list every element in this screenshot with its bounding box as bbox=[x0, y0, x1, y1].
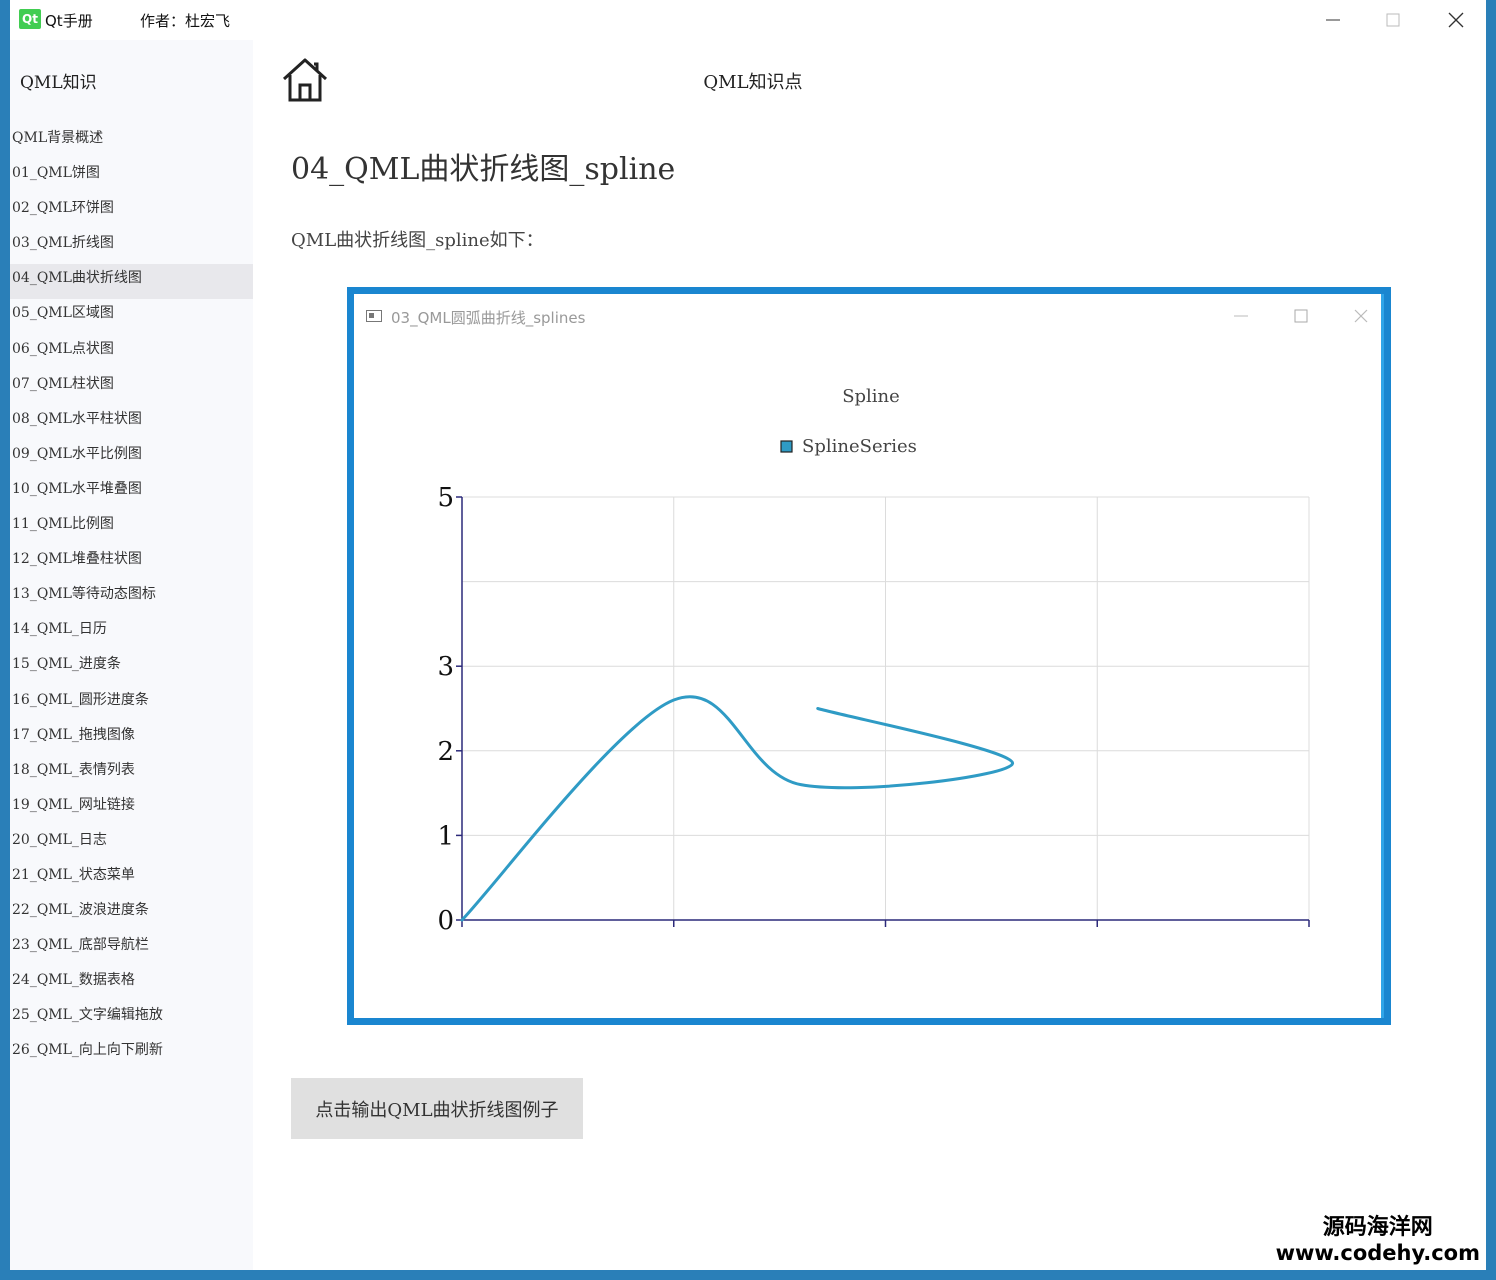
header-title: QML知识点 bbox=[703, 72, 803, 93]
title-bar: Qt Qt手册 作者：杜宏飞 bbox=[10, 0, 1486, 40]
sidebar-item[interactable]: 16_QML_圆形进度条 bbox=[10, 686, 253, 721]
sidebar-title: QML知识 bbox=[20, 73, 97, 93]
sidebar-item[interactable]: 01_QML饼图 bbox=[10, 159, 253, 194]
sidebar-item[interactable]: 19_QML_网址链接 bbox=[10, 791, 253, 826]
y-tick-label: 0 bbox=[437, 906, 454, 936]
app-title: Qt手册 bbox=[45, 12, 93, 30]
sidebar-item[interactable]: 24_QML_数据表格 bbox=[10, 966, 253, 1001]
chart-title: Spline bbox=[842, 386, 900, 407]
watermark-url: www.codehy.com bbox=[1275, 1241, 1480, 1265]
page-title: 04_QML曲状折线图_spline bbox=[291, 152, 676, 187]
sidebar-item[interactable]: 23_QML_底部导航栏 bbox=[10, 931, 253, 966]
maximize-icon bbox=[1386, 13, 1400, 27]
sidebar-item[interactable]: 21_QML_状态菜单 bbox=[10, 861, 253, 896]
output-example-button[interactable]: 点击输出QML曲状折线图例子 bbox=[291, 1078, 583, 1139]
sidebar-item[interactable]: 20_QML_日志 bbox=[10, 826, 253, 861]
sidebar-item[interactable]: 08_QML水平柱状图 bbox=[10, 405, 253, 440]
sidebar-item[interactable]: 10_QML水平堆叠图 bbox=[10, 475, 253, 510]
sidebar-item[interactable]: 06_QML点状图 bbox=[10, 335, 253, 370]
y-tick-label: 1 bbox=[437, 821, 454, 851]
sidebar: QML知识 QML背景概述 01_QML饼图 02_QML环饼图 03_QML折线图 0… bbox=[10, 40, 253, 1270]
sidebar-item[interactable]: 22_QML_波浪进度条 bbox=[10, 896, 253, 931]
embedded-window-screenshot: 03_QML圆弧曲折线_splines Spline SplineSeries 0 1… bbox=[347, 287, 1391, 1025]
app-window: Qt Qt手册 作者：杜宏飞 QML知识 QML背景概述 01_QML饼图 02_Q… bbox=[10, 0, 1486, 1270]
sidebar-item[interactable]: 09_QML水平比例图 bbox=[10, 440, 253, 475]
spline-chart: Spline SplineSeries 0 1 2 3 5 bbox=[437, 386, 1310, 936]
author-label: 作者：杜宏飞 bbox=[140, 12, 231, 30]
sidebar-item[interactable]: 18_QML_表情列表 bbox=[10, 756, 253, 791]
y-tick-label: 2 bbox=[437, 737, 454, 767]
sidebar-item[interactable]: 11_QML比例图 bbox=[10, 510, 253, 545]
legend-label: SplineSeries bbox=[802, 436, 917, 457]
sidebar-item[interactable]: 13_QML等待动态图标 bbox=[10, 580, 253, 615]
legend-marker bbox=[780, 440, 793, 453]
sidebar-item[interactable]: 14_QML_日历 bbox=[10, 615, 253, 650]
sidebar-item[interactable]: 07_QML柱状图 bbox=[10, 370, 253, 405]
sidebar-item[interactable]: QML背景概述 bbox=[10, 124, 253, 159]
sidebar-item[interactable]: 15_QML_进度条 bbox=[10, 650, 253, 685]
sidebar-item[interactable]: 26_QML_向上向下刷新 bbox=[10, 1036, 253, 1071]
embedded-window: 03_QML圆弧曲折线_splines Spline SplineSeries 0 1… bbox=[354, 294, 1384, 1018]
sidebar-item[interactable]: 02_QML环饼图 bbox=[10, 194, 253, 229]
y-tick-label: 3 bbox=[437, 652, 454, 682]
close-icon bbox=[1448, 12, 1464, 28]
minimize-button[interactable] bbox=[1303, 0, 1363, 40]
main-content: QML知识点 04_QML曲状折线图_spline QML曲状折线图_splin… bbox=[253, 40, 1486, 1270]
minimize-icon bbox=[1326, 19, 1340, 21]
intro-text: QML曲状折线图_spline如下： bbox=[291, 230, 544, 251]
sidebar-item[interactable]: 05_QML区域图 bbox=[10, 299, 253, 334]
spline-series-line bbox=[460, 695, 1015, 922]
watermark: 源码海洋网 www.codehy.com bbox=[1276, 1217, 1480, 1264]
sidebar-item[interactable]: 25_QML_文字编辑拖放 bbox=[10, 1001, 253, 1036]
y-tick-label: 5 bbox=[437, 483, 454, 513]
sidebar-item[interactable]: 04_QML曲状折线图 bbox=[10, 264, 253, 300]
watermark-text: 源码海洋网 bbox=[1322, 1215, 1433, 1240]
close-button[interactable] bbox=[1426, 0, 1486, 40]
sidebar-item[interactable]: 03_QML折线图 bbox=[10, 229, 253, 264]
sidebar-nav: QML背景概述 01_QML饼图 02_QML环饼图 03_QML折线图 04_QML曲… bbox=[10, 124, 253, 1072]
sidebar-item[interactable]: 12_QML堆叠柱状图 bbox=[10, 545, 253, 580]
sidebar-item[interactable]: 17_QML_拖拽图像 bbox=[10, 721, 253, 756]
maximize-button[interactable] bbox=[1363, 0, 1423, 40]
qt-logo-icon: Qt bbox=[19, 9, 41, 29]
